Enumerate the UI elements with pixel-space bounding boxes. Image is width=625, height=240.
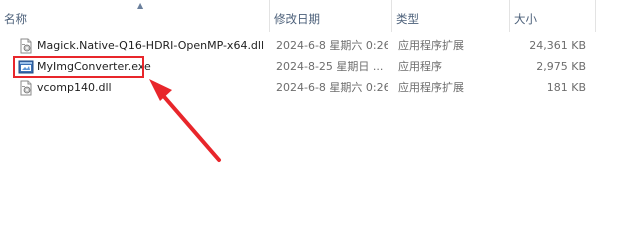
sort-ascending-icon: ▲ — [137, 1, 144, 10]
file-name: Magick.Native-Q16-HDRI-OpenMP-x64.dll — [37, 39, 265, 52]
dll-file-icon — [20, 80, 32, 96]
file-date: 2024-6-8 星期六 0:26 — [276, 39, 388, 52]
file-explorer: 名称 ▲ 修改日期 类型 大小 Magick.Native-Q16-HDRI-O… — [0, 0, 625, 213]
annotation-highlight-box — [13, 56, 144, 78]
column-header-type-label: 类型 — [396, 12, 419, 26]
column-header-size[interactable]: 大小 — [510, 0, 596, 32]
column-header-name[interactable]: 名称 ▲ — [0, 0, 270, 32]
column-resize-handle[interactable] — [268, 0, 272, 32]
file-date: 2024-8-25 星期日 ... — [276, 60, 384, 73]
file-size: 181 KB — [546, 81, 586, 94]
file-name: vcomp140.dll — [37, 81, 112, 94]
column-header-size-label: 大小 — [514, 12, 537, 26]
file-name-cell[interactable]: Magick.Native-Q16-HDRI-OpenMP-x64.dll — [18, 36, 268, 56]
column-header-date-label: 修改日期 — [274, 12, 320, 26]
file-row[interactable]: Magick.Native-Q16-HDRI-OpenMP-x64.dll 20… — [0, 36, 625, 56]
dll-file-icon — [20, 38, 32, 54]
file-size: 2,975 KB — [536, 60, 586, 73]
file-name-cell[interactable]: vcomp140.dll — [18, 78, 268, 98]
file-size: 24,361 KB — [529, 39, 586, 52]
file-type: 应用程序 — [398, 60, 442, 73]
file-date: 2024-6-8 星期六 0:26 — [276, 81, 388, 94]
column-header-name-label: 名称 — [4, 12, 27, 26]
column-header-type[interactable]: 类型 — [392, 0, 510, 32]
file-type: 应用程序扩展 — [398, 39, 464, 52]
column-resize-handle[interactable] — [508, 0, 512, 32]
column-resize-handle[interactable] — [390, 0, 394, 32]
file-row[interactable]: vcomp140.dll 2024-6-8 星期六 0:26 应用程序扩展 18… — [0, 78, 625, 98]
column-header-date[interactable]: 修改日期 — [270, 0, 392, 32]
file-type: 应用程序扩展 — [398, 81, 464, 94]
column-header-row: 名称 ▲ 修改日期 类型 大小 — [0, 0, 625, 32]
